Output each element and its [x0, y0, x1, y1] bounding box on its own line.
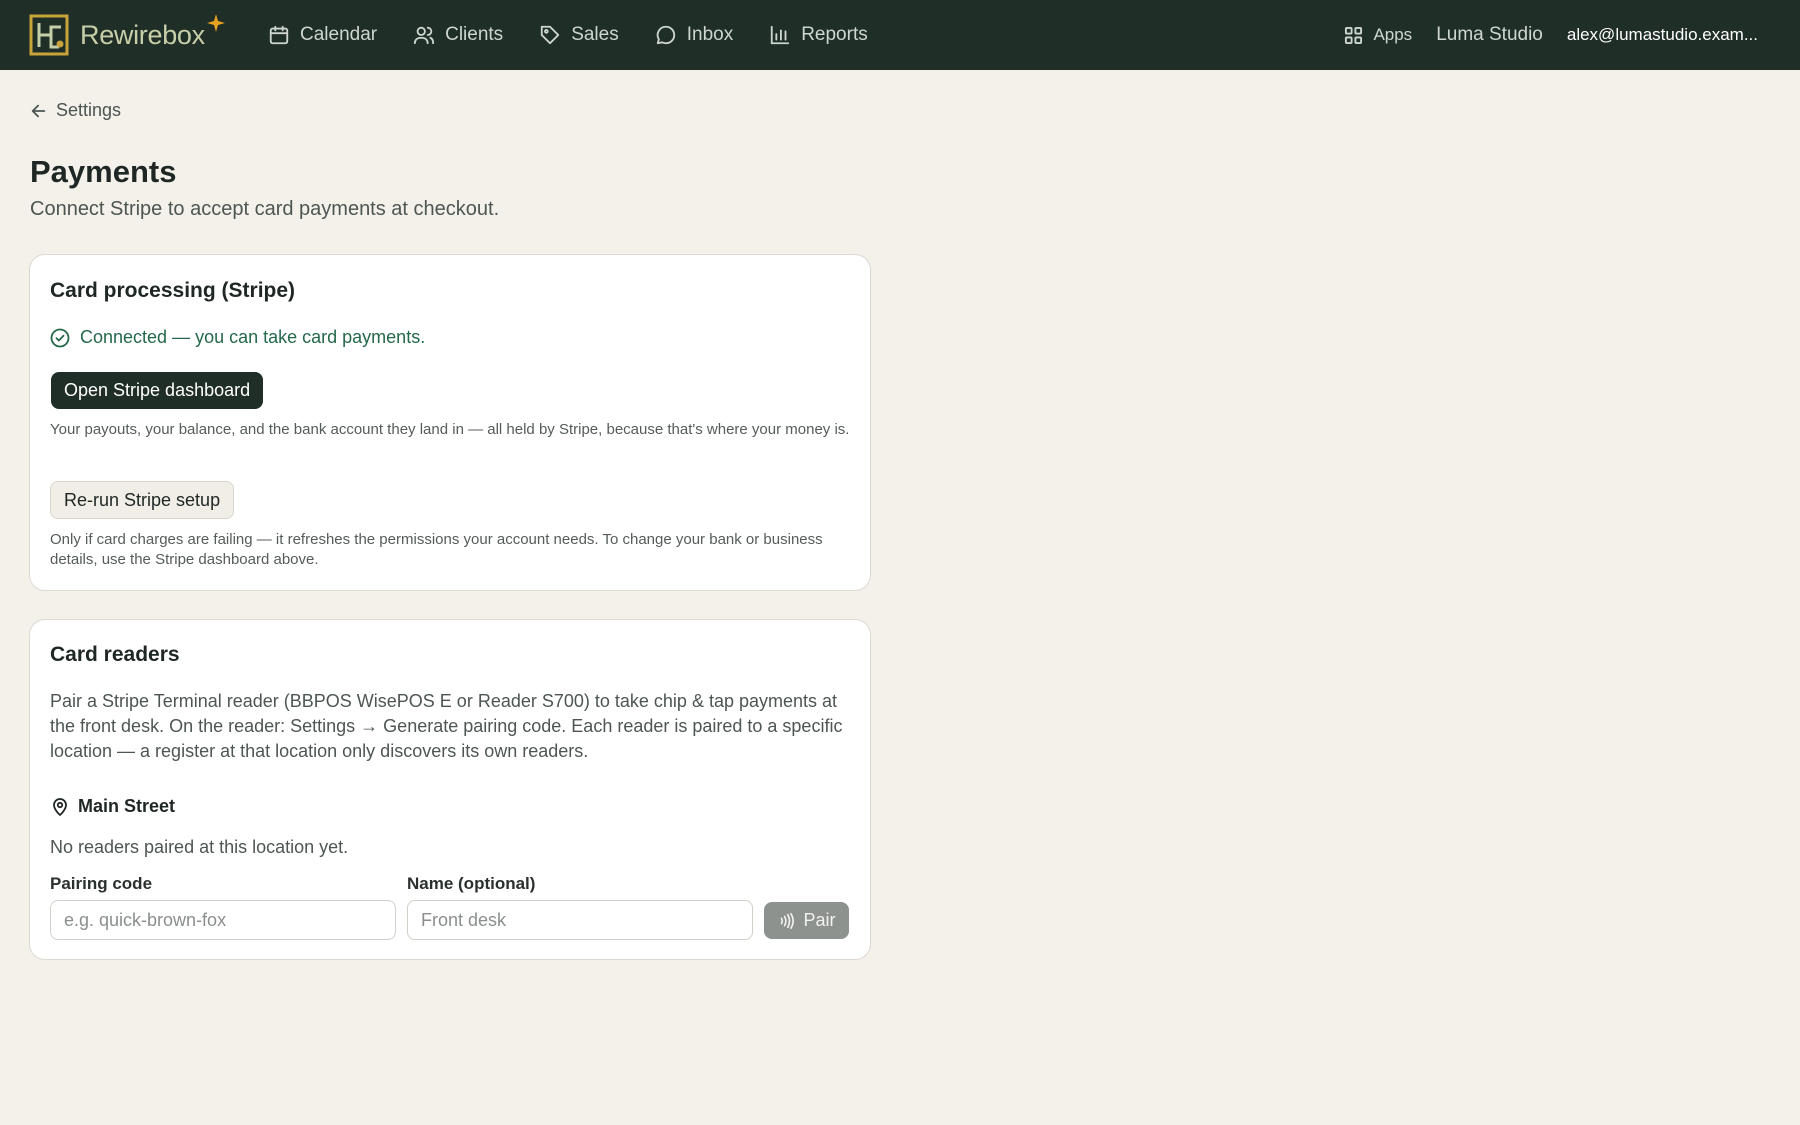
studio-switcher[interactable]: Luma Studio — [1436, 24, 1543, 46]
app-logo[interactable]: Rewirebox — [29, 12, 225, 58]
reader-name-label: Name (optional) — [407, 874, 536, 893]
nav-item-inbox[interactable]: Inbox — [655, 15, 733, 55]
nav-item-clients[interactable]: Clients — [413, 15, 503, 55]
location-heading: Main Street — [50, 796, 175, 817]
top-navigation-bar: Rewirebox Calendar Clients Sales Inbox R… — [0, 0, 1800, 70]
pairing-code-input[interactable] — [50, 900, 396, 940]
tag-icon — [541, 25, 560, 45]
app-name: Rewirebox — [80, 19, 205, 50]
nav-label: Sales — [571, 24, 619, 45]
open-stripe-dashboard-button[interactable]: Open Stripe dashboard — [51, 372, 264, 409]
apps-label: Apps — [1373, 25, 1413, 44]
users-icon — [414, 26, 435, 45]
pairing-code-label: Pairing code — [50, 874, 153, 893]
card-processing-panel: Card processing (Stripe) Connected — you… — [29, 254, 871, 591]
pair-label: Pair — [803, 910, 836, 930]
main-nav: Calendar Clients Sales Inbox Reports — [268, 0, 904, 70]
pair-reader-button[interactable]: Pair — [764, 902, 849, 939]
connection-status: Connected — you can take card payments. — [50, 327, 425, 348]
calendar-icon — [269, 25, 289, 45]
user-account-menu[interactable]: alex@lumastudio.exam... — [1567, 25, 1758, 45]
map-pin-icon — [53, 797, 67, 816]
nav-label: Reports — [801, 24, 868, 45]
page-subtitle: Connect Stripe to accept card payments a… — [30, 198, 500, 220]
connection-status-text: Connected — you can take card payments. — [80, 327, 426, 347]
card-readers-panel: Card readers Pair a Stripe Terminal read… — [29, 619, 871, 960]
check-circle-icon — [50, 328, 70, 347]
rerun-stripe-setup-button[interactable]: Re-run Stripe setup — [50, 481, 235, 519]
nav-item-sales[interactable]: Sales — [539, 15, 619, 55]
sparkle-icon — [206, 14, 225, 32]
back-to-settings-link[interactable]: Settings — [30, 100, 121, 121]
no-readers-text: No readers paired at this location yet. — [50, 837, 349, 857]
nav-label: Calendar — [300, 24, 378, 45]
location-name: Main Street — [78, 796, 176, 816]
arrow-left-icon — [31, 104, 46, 117]
nav-right: Apps Luma Studio alex@lumastudio.exam... — [1344, 0, 1758, 70]
grid-icon — [1345, 26, 1363, 44]
rewirebox-logo-icon — [29, 14, 69, 56]
chat-bubble-icon — [656, 25, 675, 45]
card-readers-description: Pair a Stripe Terminal reader (BBPOS Wis… — [50, 691, 843, 761]
contactless-icon — [781, 912, 795, 929]
apps-button[interactable]: Apps — [1344, 25, 1412, 45]
card-processing-title: Card processing (Stripe) — [50, 279, 296, 302]
rerun-hint: Only if card charges are failing — it re… — [50, 531, 823, 568]
card-readers-title: Card readers — [50, 643, 180, 666]
dashboard-hint: Your payouts, your balance, and the bank… — [50, 421, 850, 438]
back-label: Settings — [56, 100, 122, 120]
page-title: Payments — [30, 154, 177, 189]
bar-chart-icon — [771, 25, 790, 45]
nav-label: Inbox — [686, 24, 734, 45]
nav-label: Clients — [445, 24, 504, 45]
nav-item-reports[interactable]: Reports — [769, 15, 868, 55]
reader-name-input[interactable] — [407, 900, 753, 940]
nav-item-calendar[interactable]: Calendar — [268, 15, 377, 55]
